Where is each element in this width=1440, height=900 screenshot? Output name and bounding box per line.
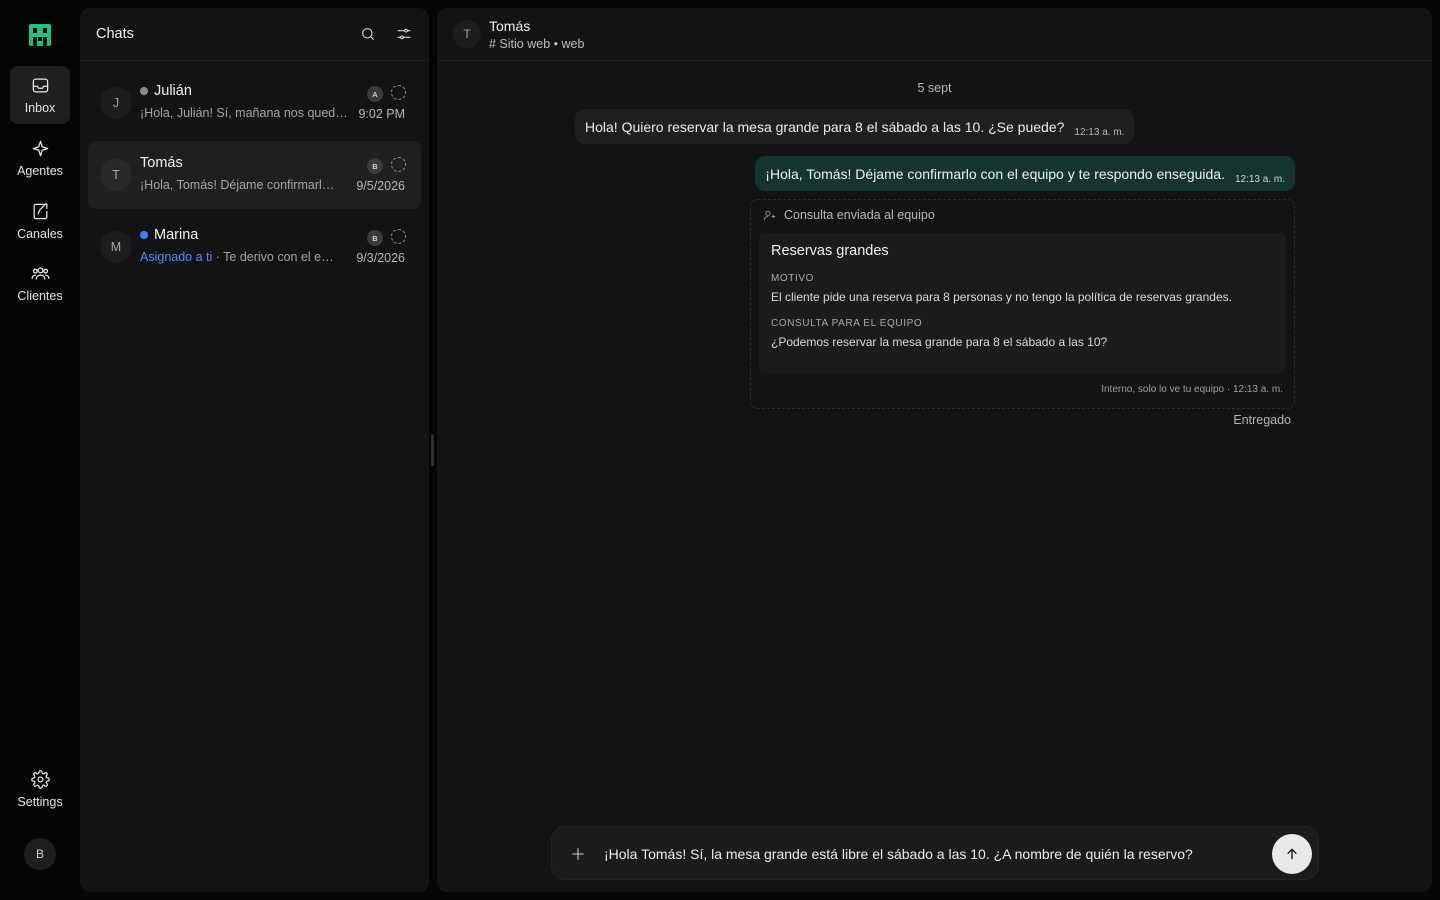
avatar: T <box>453 20 481 48</box>
rail-item-inbox[interactable]: Inbox <box>10 66 70 124</box>
chat-name: Tomás <box>140 155 183 171</box>
date-separator: 5 sept <box>917 81 952 95</box>
rail-item-canales[interactable]: Canales <box>10 192 70 250</box>
rail-item-label: Canales <box>17 226 63 241</box>
sparkle-icon <box>32 140 48 156</box>
message-text: ¡Hola, Tomás! Déjame confirmarlo con el … <box>765 165 1225 182</box>
escalation-card: Reservas grandes MOTIVO El cliente pide … <box>759 233 1286 373</box>
delivery-status: Entregado <box>1233 413 1291 427</box>
presence-dot <box>140 231 148 239</box>
avatar: J <box>100 87 132 119</box>
assigned-label: Asignado a ti <box>140 250 213 264</box>
chat-preview-text: · Te derivo con el equipo <box>215 250 336 264</box>
contact-name[interactable]: Tomás <box>489 18 530 34</box>
user-question-icon <box>763 210 776 221</box>
rail-item-settings[interactable]: Settings <box>10 760 70 818</box>
chats-title: Chats <box>96 26 134 42</box>
channel-info: # Sitio web • web <box>489 37 585 51</box>
sliders-icon <box>397 28 411 40</box>
rail-item-label: Inbox <box>24 100 56 115</box>
gear-icon <box>30 769 50 789</box>
chats-panel: Chats J Julián ¡Hola, Julián! Sí, mañana… <box>80 8 429 892</box>
search-button[interactable] <box>359 25 377 43</box>
status-circle-icon[interactable] <box>391 85 406 100</box>
chat-preview: ¡Hola, Tomás! Déjame confirmarlo con el … <box>140 178 336 192</box>
app-logo-icon[interactable] <box>29 24 51 46</box>
chat-list-item[interactable]: T Tomás ¡Hola, Tomás! Déjame confirmarlo… <box>88 141 421 209</box>
internal-note-footer: Interno, solo lo ve tu equipo · 12:13 a.… <box>1101 384 1283 395</box>
chats-header: Chats <box>80 8 429 61</box>
conversation-panel: T Tomás # Sitio web • web 5 sept Hola! Q… <box>437 8 1432 892</box>
internal-note-header: Consulta enviada al equipo <box>763 208 935 222</box>
incoming-message: Hola! Quiero reservar la mesa grande par… <box>575 109 1135 144</box>
internal-note: Consulta enviada al equipo Reservas gran… <box>750 199 1295 409</box>
motivo-label: MOTIVO <box>771 273 815 284</box>
outgoing-message: ¡Hola, Tomás! Déjame confirmarlo con el … <box>755 156 1295 191</box>
chat-list-item[interactable]: J Julián ¡Hola, Julián! Sí, mañana nos q… <box>88 69 421 137</box>
rail-item-agentes[interactable]: Agentes <box>10 129 70 187</box>
arrow-up-icon <box>1287 848 1297 860</box>
panel-resize-handle[interactable] <box>431 434 434 466</box>
inbox-icon <box>32 78 48 92</box>
chat-name-text: Tomás <box>140 155 183 171</box>
user-avatar[interactable]: B <box>24 838 56 870</box>
chat-list-item[interactable]: M Marina Asignado a ti · Te derivo con e… <box>88 213 421 281</box>
send-button[interactable] <box>1272 834 1312 874</box>
message-text: Hola! Quiero reservar la mesa grande par… <box>585 118 1065 135</box>
plus-icon <box>572 848 584 860</box>
chat-name: Marina <box>140 227 198 243</box>
rail-item-label: Settings <box>17 794 63 809</box>
search-icon <box>362 28 374 40</box>
presence-dot <box>140 87 148 95</box>
status-circle-icon[interactable] <box>391 229 406 244</box>
status-circle-icon[interactable] <box>391 157 406 172</box>
consulta-text: ¿Podemos reservar la mesa grande para 8 … <box>771 335 1108 349</box>
chat-time: 9/5/2026 <box>356 179 405 193</box>
chat-time: 9:02 PM <box>358 107 405 121</box>
chat-name-text: Marina <box>154 227 199 243</box>
motivo-text: El cliente pide una reserva para 8 perso… <box>771 290 1232 304</box>
message-time: 12:13 a. m. <box>1074 127 1125 138</box>
agent-badge: A <box>367 86 383 102</box>
message-time: 12:13 a. m. <box>1234 174 1285 185</box>
chat-time: 9/3/2026 <box>356 251 405 265</box>
chat-name-text: Julián <box>154 83 192 99</box>
avatar: T <box>100 159 132 191</box>
rail-item-label: Agentes <box>17 163 63 178</box>
chat-preview: Asignado a ti · Te derivo con el equipo <box>140 250 336 264</box>
agent-badge: B <box>367 158 383 174</box>
message-input[interactable] <box>604 841 1264 867</box>
attach-button[interactable] <box>566 842 590 866</box>
channels-icon <box>33 202 47 219</box>
chat-name: Julián <box>140 83 192 99</box>
rail-item-label: Clientes <box>17 288 63 303</box>
message-composer <box>551 826 1319 880</box>
consulta-label: CONSULTA PARA EL EQUIPO <box>771 318 923 329</box>
avatar: M <box>100 231 132 263</box>
conversation-header: T Tomás # Sitio web • web <box>437 8 1432 61</box>
card-title: Reservas grandes <box>771 243 889 259</box>
left-rail: Inbox Agentes Canales Clientes Settings … <box>0 0 80 900</box>
rail-item-clientes[interactable]: Clientes <box>10 254 70 312</box>
users-icon <box>31 266 49 280</box>
chat-preview: ¡Hola, Julián! Sí, mañana nos queda... <box>140 106 352 120</box>
agent-badge: B <box>367 230 383 246</box>
filter-button[interactable] <box>395 25 413 43</box>
internal-note-header-text: Consulta enviada al equipo <box>784 208 935 222</box>
